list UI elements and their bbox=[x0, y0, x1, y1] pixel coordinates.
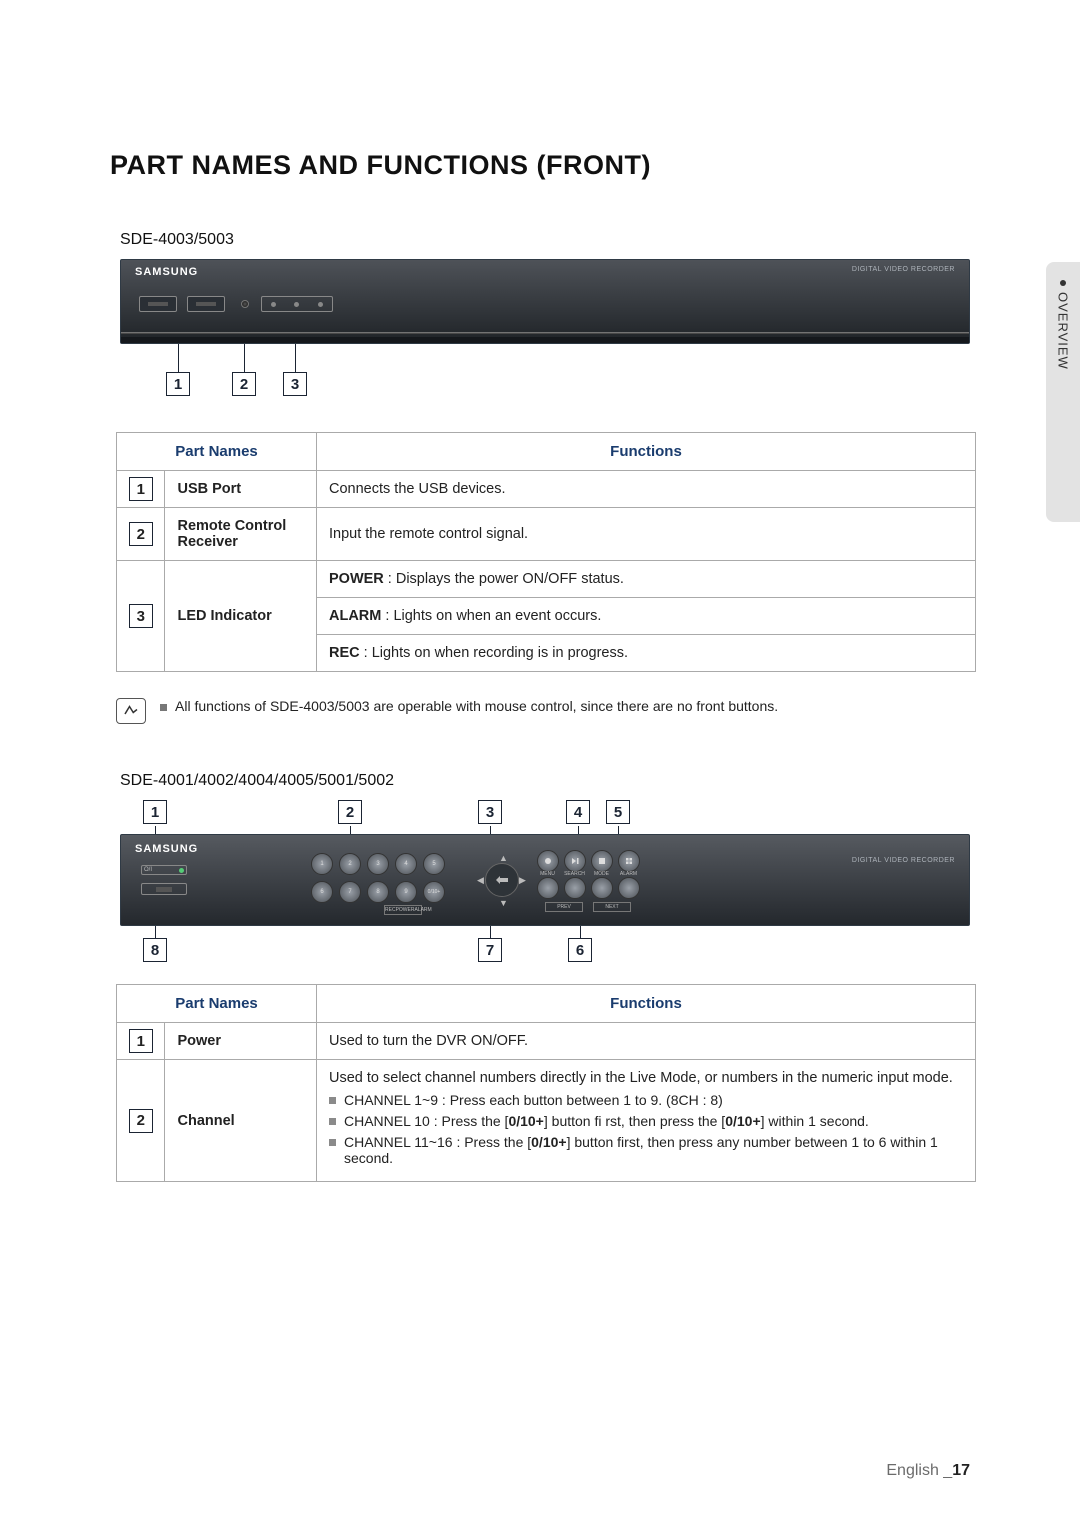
chan-btn-2: 2 bbox=[339, 853, 361, 875]
callout2-5: 5 bbox=[606, 800, 630, 824]
search-button-icon bbox=[564, 877, 586, 899]
bullet-icon bbox=[329, 1139, 336, 1146]
callout-bar-2-bottom: 8 7 6 bbox=[120, 926, 970, 966]
play-pause-button-icon bbox=[564, 850, 586, 872]
callout-3: 3 bbox=[283, 372, 307, 396]
bullet-icon bbox=[329, 1118, 336, 1125]
chan-btn-9: 9 bbox=[395, 881, 417, 903]
th2-functions: Functions bbox=[317, 985, 976, 1023]
dpad: ▲ ▼ ◀ ▶ bbox=[471, 853, 531, 905]
fn-usb: Connects the USB devices. bbox=[317, 471, 976, 508]
alarm-button-icon bbox=[618, 877, 640, 899]
prev-next-row: PREV NEXT bbox=[545, 902, 631, 912]
remote-receiver-icon bbox=[241, 300, 249, 308]
fn2-channel: Used to select channel numbers directly … bbox=[317, 1060, 976, 1182]
chan-btn-5: 5 bbox=[423, 853, 445, 875]
th2-part-names: Part Names bbox=[117, 985, 317, 1023]
led-indicator-box-icon bbox=[261, 296, 333, 312]
menu-button-icon bbox=[537, 877, 559, 899]
device-panel-2: SAMSUNG DIGITAL VIDEO RECORDER O/I 1 2 3… bbox=[120, 834, 970, 926]
part2-name-power: Power bbox=[165, 1023, 317, 1060]
recorder-label-2: DIGITAL VIDEO RECORDER bbox=[852, 857, 955, 864]
part2-name-channel: Channel bbox=[165, 1060, 317, 1182]
rec-button-icon bbox=[537, 850, 559, 872]
row-num-1: 1 bbox=[129, 477, 153, 501]
fn-led-power: POWER : Displays the power ON/OFF status… bbox=[317, 561, 976, 598]
callout-1: 1 bbox=[166, 372, 190, 396]
brand-logo-2: SAMSUNG bbox=[135, 843, 198, 855]
bullet-icon bbox=[160, 704, 167, 711]
callout2-1: 1 bbox=[143, 800, 167, 824]
callout-bar-2-top: 1 2 3 4 5 bbox=[120, 800, 970, 834]
row-num-2: 2 bbox=[129, 522, 153, 546]
note-text: All functions of SDE-4003/5003 are opera… bbox=[160, 698, 778, 714]
model-label-1: SDE-4003/5003 bbox=[120, 231, 970, 249]
fn-led-alarm: ALARM : Lights on when an event occurs. bbox=[317, 598, 976, 635]
page-title: PART NAMES AND FUNCTIONS (FRONT) bbox=[110, 150, 970, 181]
part-name-usb: USB Port bbox=[165, 471, 317, 508]
usb-port-2-icon bbox=[187, 296, 225, 312]
fn-led-rec: REC : Lights on when recording is in pro… bbox=[317, 635, 976, 672]
stop-button-icon bbox=[591, 850, 613, 872]
parts-table-1: Part Names Functions 1 USB Port Connects… bbox=[116, 432, 976, 672]
split-button-icon bbox=[618, 850, 640, 872]
part-name-led: LED Indicator bbox=[165, 561, 317, 672]
brand-logo: SAMSUNG bbox=[135, 266, 198, 278]
dpad-down-icon: ▼ bbox=[499, 898, 508, 908]
playback-row bbox=[537, 850, 640, 872]
callout-2: 2 bbox=[232, 372, 256, 396]
chan-btn-1: 1 bbox=[311, 853, 333, 875]
menu-button-row bbox=[537, 877, 640, 899]
device-panel-1: SAMSUNG DIGITAL VIDEO RECORDER bbox=[120, 259, 970, 344]
chan-btn-6: 6 bbox=[311, 881, 333, 903]
recorder-label: DIGITAL VIDEO RECORDER bbox=[852, 266, 955, 273]
chan-btn-7: 7 bbox=[339, 881, 361, 903]
fn2-power: Used to turn the DVR ON/OFF. bbox=[317, 1023, 976, 1060]
chan-btn-0-10plus: 0/10+ bbox=[423, 881, 445, 903]
parts-table-2: Part Names Functions 1 Power Used to tur… bbox=[116, 984, 976, 1182]
chan-btn-8: 8 bbox=[367, 881, 389, 903]
th-part-names: Part Names bbox=[117, 433, 317, 471]
part-name-rc: Remote Control Receiver bbox=[165, 508, 317, 561]
page-footer: English _17 bbox=[886, 1462, 970, 1480]
callout2-4: 4 bbox=[566, 800, 590, 824]
enter-button-icon bbox=[485, 863, 519, 897]
th-functions: Functions bbox=[317, 433, 976, 471]
channel-numpad: 1 2 3 4 5 6 7 8 9 0/10+ bbox=[311, 853, 445, 903]
row-num-3: 3 bbox=[129, 604, 153, 628]
row2-num-2: 2 bbox=[129, 1109, 153, 1133]
dpad-right-icon: ▶ bbox=[519, 875, 526, 886]
bullet-icon bbox=[329, 1097, 336, 1104]
note-icon bbox=[116, 698, 146, 724]
callout2-2: 2 bbox=[338, 800, 362, 824]
chan-btn-4: 4 bbox=[395, 853, 417, 875]
model-label-2: SDE-4001/4002/4004/4005/5001/5002 bbox=[120, 772, 970, 790]
callout2-6: 6 bbox=[568, 938, 592, 962]
chan-btn-3: 3 bbox=[367, 853, 389, 875]
mode-button-icon bbox=[591, 877, 613, 899]
row2-num-1: 1 bbox=[129, 1029, 153, 1053]
usb-port-1-icon bbox=[139, 296, 177, 312]
callout2-7: 7 bbox=[478, 938, 502, 962]
fn-rc: Input the remote control signal. bbox=[317, 508, 976, 561]
rec-led-row: RECPOWERALARM bbox=[384, 905, 422, 915]
callout2-8: 8 bbox=[143, 938, 167, 962]
dpad-up-icon: ▲ bbox=[499, 853, 508, 863]
dpad-left-icon: ◀ bbox=[477, 875, 484, 886]
callout2-3: 3 bbox=[478, 800, 502, 824]
callout-bar-1: 1 2 3 bbox=[120, 344, 970, 404]
power-switch-icon: O/I bbox=[141, 865, 187, 875]
usb-port-icon bbox=[141, 883, 187, 895]
